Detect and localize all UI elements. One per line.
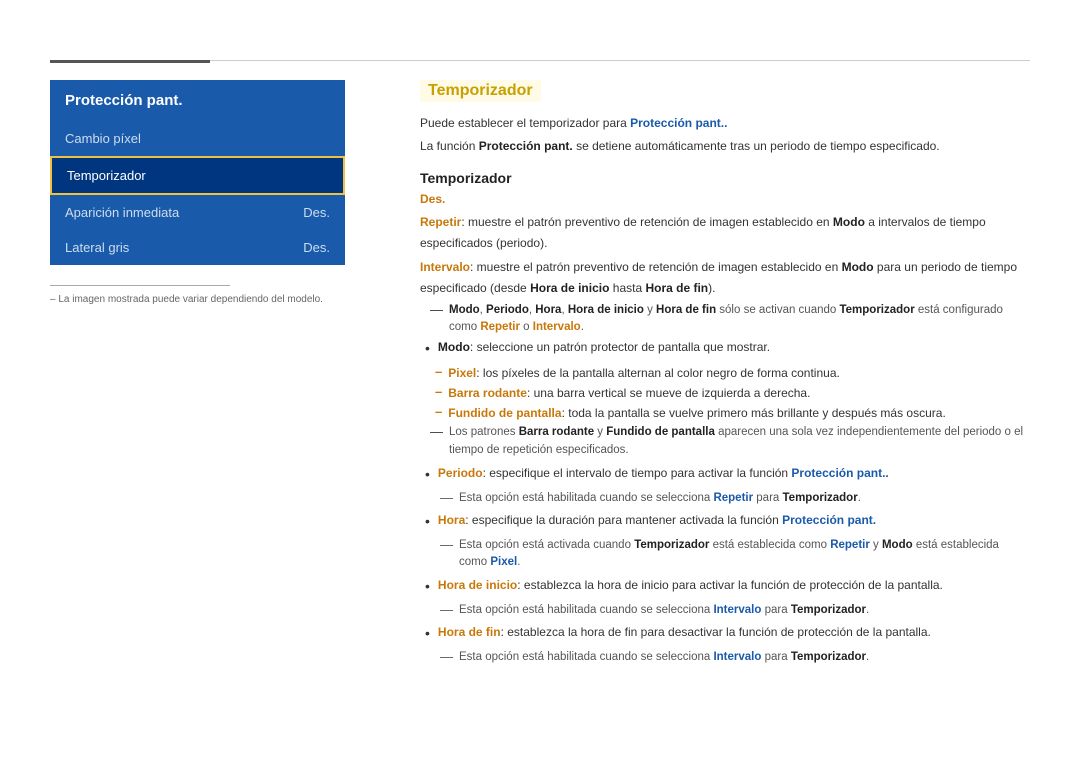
sidebar: Protección pant. Cambio píxel Temporizad… [50, 80, 345, 305]
sidebar-item-label: Lateral gris [65, 240, 129, 255]
note-hora: — Esta opción está activada cuando Tempo… [420, 537, 1030, 572]
sidebar-item-label: Temporizador [67, 168, 146, 183]
bullet-periodo: • Periodo: especifique el intervalo de t… [420, 464, 1030, 485]
sidebar-title: Protección pant. [50, 80, 345, 121]
sidebar-note: – La imagen mostrada puede variar depend… [50, 294, 345, 305]
bullet-hora-inicio: • Hora de inicio: establezca la hora de … [420, 576, 1030, 597]
sidebar-separator [50, 285, 230, 286]
sidebar-item-value: Des. [303, 205, 330, 220]
note-modos: — Modo, Periodo, Hora, Hora de inicio y … [420, 302, 1030, 337]
page-title: Temporizador [420, 80, 541, 102]
sidebar-item-value: Des. [303, 240, 330, 255]
sub-fundido: – Fundido de pantalla: toda la pantalla … [435, 404, 1030, 422]
note-periodo: — Esta opción está habilitada cuando se … [420, 490, 1030, 507]
sidebar-item-lateral[interactable]: Lateral gris Des. [50, 230, 345, 265]
sidebar-item-aparicion[interactable]: Aparición inmediata Des. [50, 195, 345, 230]
sidebar-item-cambio-pixel[interactable]: Cambio píxel [50, 121, 345, 156]
top-border-accent [50, 60, 210, 63]
sidebar-item-temporizador[interactable]: Temporizador [50, 156, 345, 195]
note-hora-inicio: — Esta opción está habilitada cuando se … [420, 602, 1030, 619]
status-des: Des. [420, 192, 1030, 206]
intro-bold-2: Protección pant. [479, 139, 573, 153]
sidebar-item-label: Cambio píxel [65, 131, 141, 146]
repetir-label: Repetir [420, 215, 461, 229]
intro-line-2: La función Protección pant. se detiene a… [420, 137, 1030, 156]
intervalo-label: Intervalo [420, 260, 470, 274]
bullet-hora: • Hora: especifique la duración para man… [420, 511, 1030, 532]
section-title: Temporizador [420, 170, 1030, 186]
note-hora-fin: — Esta opción está habilitada cuando se … [420, 649, 1030, 666]
intro-bold-1: Protección pant.. [630, 116, 727, 130]
sub-barra: – Barra rodante: una barra vertical se m… [435, 384, 1030, 402]
intro-line-1: Puede establecer el temporizador para Pr… [420, 114, 1030, 133]
intervalo-desc: Intervalo: muestre el patrón preventivo … [420, 257, 1030, 298]
note-barra-fundido: — Los patrones Barra rodante y Fundido d… [420, 424, 1030, 459]
repetir-desc: Repetir: muestre el patrón preventivo de… [420, 212, 1030, 253]
bullet-modo: • Modo: seleccione un patrón protector d… [420, 338, 1030, 359]
sidebar-item-label: Aparición inmediata [65, 205, 179, 220]
sub-pixel: – Pixel: los píxeles de la pantalla alte… [435, 364, 1030, 382]
bullet-hora-fin: • Hora de fin: establezca la hora de fin… [420, 623, 1030, 644]
main-content: Temporizador Puede establecer el tempori… [420, 80, 1030, 670]
